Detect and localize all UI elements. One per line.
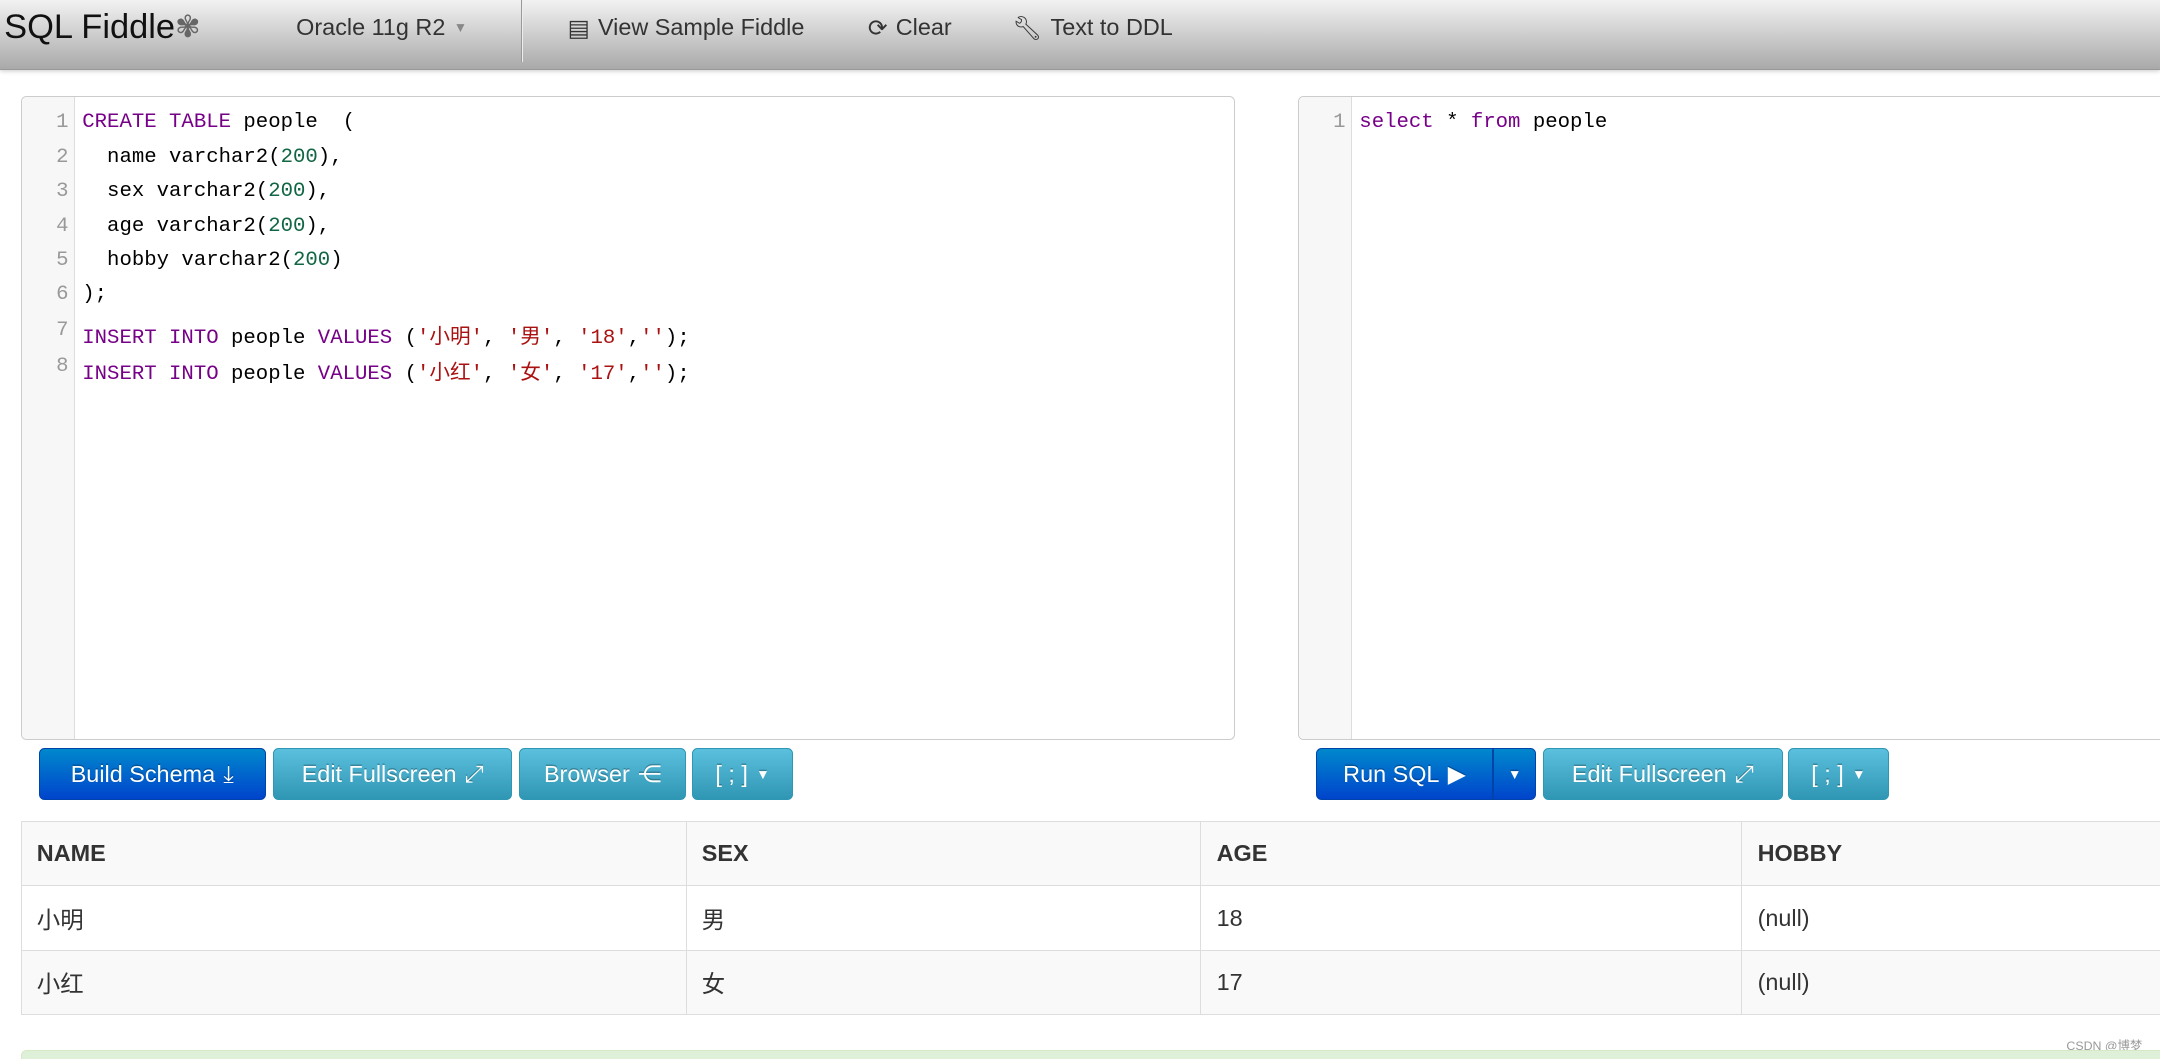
line-number: 8 (56, 355, 69, 379)
code-line: CREATE TABLE people ( (82, 111, 355, 135)
code-line: select * from people (1359, 111, 1608, 135)
table-cell: 女 (685, 949, 1201, 1015)
table-cell: 18 (1200, 885, 1742, 951)
list-icon: ▤ (567, 14, 590, 41)
view-sample-label: View Sample Fiddle (597, 14, 805, 41)
table-cell: 小明 (20, 885, 687, 951)
brand-title: SQL Fiddle (4, 8, 176, 47)
success-alert (20, 1049, 2160, 1059)
table-header-row: NAME SEX AGE HOBBY (20, 821, 2160, 886)
schema-edit-fullscreen-button[interactable]: Edit Fullscreen ⤢ (272, 748, 513, 801)
delimiter-label: [ ; ] (715, 760, 748, 787)
query-edit-fullscreen-button[interactable]: Edit Fullscreen ⤢ (1542, 748, 1783, 801)
column-header: HOBBY (1741, 821, 2160, 886)
fullscreen-label: Edit Fullscreen (301, 760, 457, 787)
line-number: 2 (56, 145, 69, 169)
query-editor[interactable]: 1 select * from people (1297, 96, 2160, 741)
line-gutter: 1 (1298, 97, 1353, 740)
browser-label: Browser (543, 760, 630, 787)
run-sql-label: Run SQL (1343, 760, 1440, 787)
play-icon: ▶ (1447, 761, 1466, 788)
caret-down-icon: ▼ (1851, 766, 1866, 782)
table-cell: 17 (1200, 949, 1742, 1015)
caret-down-icon: ▼ (1507, 766, 1522, 782)
database-select[interactable]: Oracle 11g R2 ▼ (296, 14, 467, 41)
code-line: INSERT INTO people VALUES ('小明', '男', '1… (82, 327, 690, 351)
run-sql-dropdown-button[interactable]: ▼ (1493, 748, 1537, 801)
line-number: 1 (1333, 111, 1346, 135)
wrench-icon: 🔧︎ (1012, 14, 1043, 41)
code-line: ); (82, 283, 108, 307)
line-number: 6 (56, 283, 69, 307)
code-line: age varchar2(200), (82, 214, 331, 238)
fiddlehead-logo-icon: ✾ (175, 11, 201, 45)
column-header: AGE (1200, 821, 1742, 886)
build-schema-label: Build Schema (70, 760, 216, 787)
table-cell: (null) (1741, 885, 2160, 951)
delimiter-label: [ ; ] (1811, 760, 1844, 787)
clear-link[interactable]: ⟳ Clear (868, 14, 952, 42)
column-header: SEX (685, 821, 1201, 886)
nav-divider (520, 0, 524, 62)
schema-editor[interactable]: 1 2 3 4 5 6 7 8 CREATE TABLE people ( na… (20, 96, 1235, 741)
caret-down-icon: ▼ (453, 19, 468, 35)
line-number: 3 (56, 180, 69, 204)
line-gutter: 1 2 3 4 5 6 7 8 (21, 97, 75, 740)
table-cell: 男 (685, 885, 1201, 951)
db-label: Oracle 11g R2 (296, 13, 446, 40)
query-delimiter-button[interactable]: [ ; ] ▼ (1788, 748, 1889, 801)
line-number: 7 (56, 319, 69, 343)
text-to-ddl-label: Text to DDL (1050, 14, 1173, 41)
expand-icon: ⤢ (1734, 760, 1754, 787)
schema-delimiter-button[interactable]: [ ; ] ▼ (691, 748, 794, 801)
table-row: 小红 女 17 (null) (20, 949, 2160, 1015)
table-cell: 小红 (20, 949, 687, 1015)
results-table: NAME SEX AGE HOBBY 小明 男 18 (null) 小红 女 1… (20, 821, 2160, 1016)
run-sql-button[interactable]: Run SQL ▶ (1315, 748, 1494, 801)
column-header: NAME (20, 821, 687, 886)
code-line: name varchar2(200), (82, 145, 343, 169)
browser-button[interactable]: Browser ⋲ (519, 748, 687, 801)
line-number: 5 (56, 248, 69, 272)
code-line: INSERT INTO people VALUES ('小红', '女', '1… (82, 363, 690, 387)
brand[interactable]: SQL Fiddle ✾ (4, 8, 200, 47)
clear-label: Clear (895, 14, 952, 41)
line-number: 1 (56, 111, 69, 135)
table-cell: (null) (1741, 949, 2160, 1015)
download-icon: ⤓ (223, 760, 234, 787)
fullscreen-label: Edit Fullscreen (1571, 760, 1727, 787)
build-schema-button[interactable]: Build Schema ⤓ (38, 748, 266, 801)
table-row: 小明 男 18 (null) (20, 885, 2160, 951)
expand-icon: ⤢ (464, 760, 484, 787)
code-line: sex varchar2(200), (82, 180, 331, 204)
refresh-icon: ⟳ (867, 14, 888, 41)
view-sample-fiddle-link[interactable]: ▤ View Sample Fiddle (568, 14, 805, 42)
code-line: hobby varchar2(200) (82, 248, 343, 272)
text-to-ddl-link[interactable]: 🔧︎ Text to DDL (1013, 14, 1173, 42)
line-number: 4 (56, 214, 69, 238)
caret-down-icon: ▼ (756, 766, 770, 782)
indent-icon: ⋲ (638, 761, 662, 788)
navbar: SQL Fiddle ✾ Oracle 11g R2 ▼ ▤ View Sample … (0, 0, 2160, 70)
